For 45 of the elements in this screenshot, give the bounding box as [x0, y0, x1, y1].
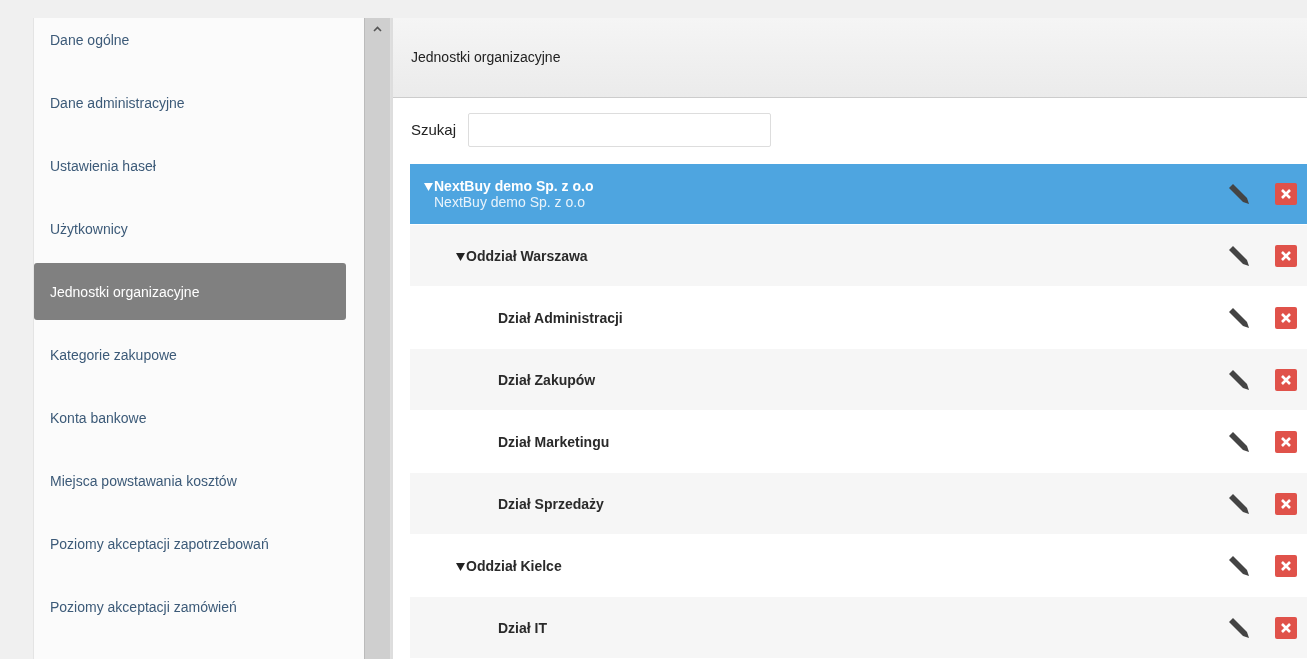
unit-name: Dział Zakupów — [498, 371, 596, 388]
sidebar-item[interactable]: Ustawienia haseł — [34, 137, 346, 194]
delete-icon[interactable] — [1275, 244, 1297, 267]
sidebar-item[interactable]: Jednostki organizacyjne — [34, 263, 346, 320]
delete-icon[interactable] — [1275, 183, 1297, 205]
delete-icon[interactable] — [1275, 554, 1297, 577]
search-field[interactable] — [468, 112, 772, 147]
sidebar-item[interactable]: Dane administracyjne — [34, 74, 346, 131]
tree-row[interactable]: Oddział Warszawa — [410, 225, 1307, 287]
pencil-icon[interactable] — [1227, 491, 1251, 516]
sidebar-item[interactable]: Kategorie zakupowe — [34, 326, 346, 383]
sidebar-item[interactable]: Poziomy akceptacji zamówień — [34, 578, 346, 635]
delete-icon[interactable] — [1275, 616, 1297, 639]
tree-row[interactable]: Dział IT — [410, 597, 1307, 659]
tree-row[interactable]: Dział Sprzedaży — [410, 473, 1307, 535]
delete-icon[interactable] — [1275, 492, 1297, 515]
unit-name: Dział IT — [498, 619, 547, 636]
sidebar-item[interactable]: Konta bankowe — [34, 389, 346, 446]
collapse-triangle-icon[interactable] — [456, 562, 465, 571]
delete-icon[interactable] — [1275, 306, 1297, 329]
unit-name: Oddział Kielce — [466, 557, 562, 574]
sidebar-item[interactable]: Poziomy akceptacji zapotrzebowań — [34, 515, 346, 572]
pencil-icon[interactable] — [1227, 553, 1251, 578]
tree-row[interactable]: Dział Zakupów — [410, 349, 1307, 411]
sidebar-item[interactable]: Dane ogólne — [34, 11, 346, 68]
delete-icon[interactable] — [1275, 368, 1297, 391]
pencil-icon[interactable] — [1227, 429, 1251, 454]
unit-name: Dział Marketingu — [498, 433, 610, 450]
pencil-icon[interactable] — [1227, 243, 1251, 268]
pencil-icon[interactable] — [1227, 305, 1251, 330]
scrollbar[interactable] — [364, 18, 391, 659]
scroll-up-icon[interactable] — [373, 26, 382, 32]
collapse-triangle-icon[interactable] — [456, 252, 465, 261]
unit-name: NextBuy demo Sp. z o.o — [434, 178, 594, 194]
sidebar-item[interactable]: Miejsca powstawania kosztów — [34, 452, 346, 509]
unit-name: Oddział Warszawa — [466, 247, 588, 264]
unit-name: Dział Administracji — [498, 309, 623, 326]
panel-title: Jednostki organizacyjne — [411, 49, 561, 66]
search-label: Szukaj — [411, 121, 457, 139]
sidebar-item[interactable]: Użytkownicy — [34, 200, 346, 257]
delete-icon[interactable] — [1275, 430, 1297, 453]
pencil-icon[interactable] — [1227, 367, 1251, 392]
unit-name: Dział Sprzedaży — [498, 495, 604, 512]
unit-subtitle: NextBuy demo Sp. z o.o — [434, 194, 586, 210]
pencil-icon[interactable] — [1227, 615, 1251, 640]
